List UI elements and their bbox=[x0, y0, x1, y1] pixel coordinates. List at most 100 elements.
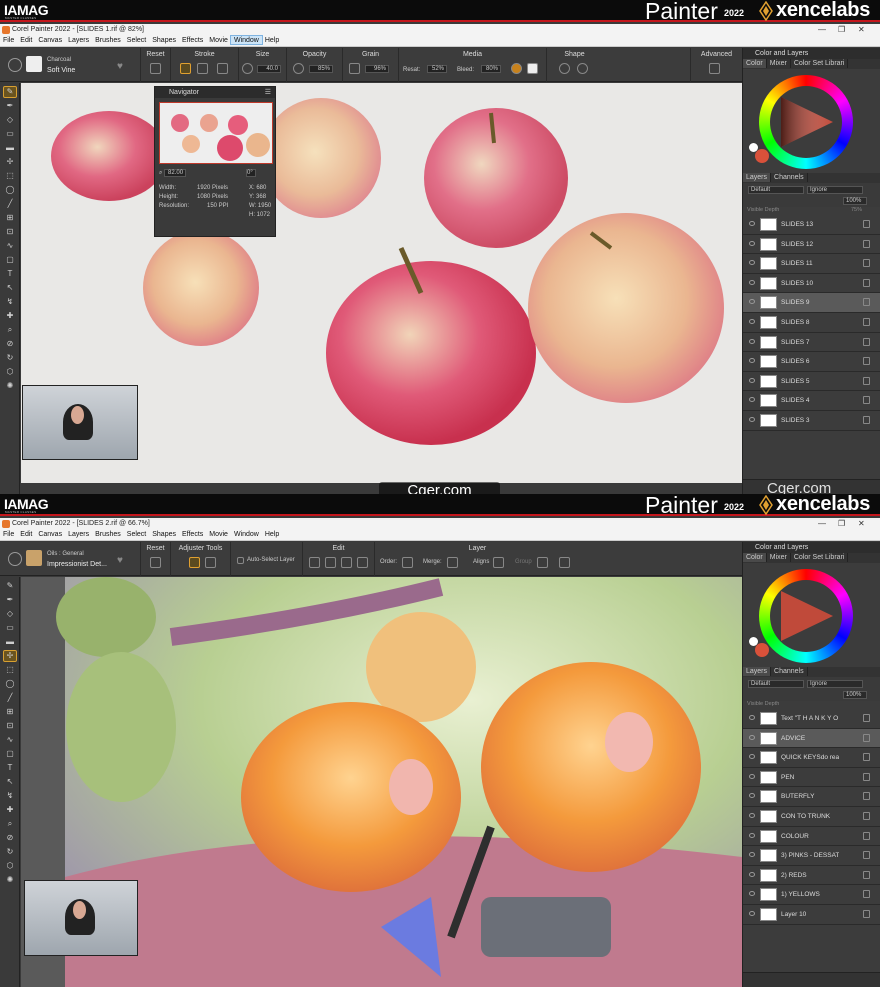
layer-lock-icon[interactable] bbox=[863, 298, 870, 307]
rectangle-tool-icon[interactable]: ▭ bbox=[4, 129, 16, 139]
menu-edit[interactable]: Edit bbox=[17, 36, 35, 44]
visibility-eye-icon[interactable] bbox=[749, 260, 755, 266]
cloner-tool-icon[interactable]: ✚ bbox=[4, 311, 16, 321]
tab-layers[interactable]: Layers bbox=[743, 173, 772, 182]
layer-lock-icon[interactable] bbox=[863, 890, 870, 899]
layer-row[interactable]: SLIDES 11 bbox=[743, 254, 880, 274]
auto-select-checkbox[interactable] bbox=[237, 557, 244, 564]
layer-name[interactable]: SLIDES 11 bbox=[781, 260, 839, 267]
magic-wand-tool-icon[interactable]: ↯ bbox=[4, 297, 16, 307]
group-icon[interactable] bbox=[537, 557, 548, 568]
close-icon[interactable]: ✕ bbox=[858, 25, 865, 34]
layer-name[interactable]: SLIDES 3 bbox=[781, 417, 839, 424]
brush-selector-icon[interactable] bbox=[8, 58, 22, 72]
dropper-tool-icon[interactable]: ✒ bbox=[4, 101, 16, 111]
visibility-eye-icon[interactable] bbox=[749, 397, 755, 403]
eraser-tool-icon[interactable]: ▬ bbox=[4, 143, 16, 153]
brush-category[interactable]: Oils : General bbox=[47, 551, 84, 557]
brush-category[interactable]: Charcoal bbox=[47, 57, 71, 63]
layer-name[interactable]: SLIDES 12 bbox=[781, 241, 839, 248]
text-tool-icon[interactable]: T bbox=[4, 269, 16, 279]
visibility-eye-icon[interactable] bbox=[749, 852, 755, 858]
color-wheel[interactable] bbox=[743, 69, 880, 173]
visibility-eye-icon[interactable] bbox=[749, 910, 755, 916]
menu-shapes[interactable]: Shapes bbox=[149, 530, 179, 538]
layer-row[interactable]: 2) REDS bbox=[743, 866, 880, 886]
menu-layers[interactable]: Layers bbox=[65, 36, 92, 44]
menu-layers[interactable]: Layers bbox=[65, 530, 92, 538]
visibility-eye-icon[interactable] bbox=[749, 221, 755, 226]
layer-row[interactable]: QUICK KEYSdo realisi bbox=[743, 748, 880, 768]
layer-row[interactable]: SLIDES 5 bbox=[743, 372, 880, 392]
tab-channels[interactable]: Channels bbox=[771, 173, 808, 182]
divine-proportion-tool-icon[interactable]: ✺ bbox=[4, 875, 16, 885]
menu-select[interactable]: Select bbox=[124, 36, 149, 44]
menu-brushes[interactable]: Brushes bbox=[92, 36, 124, 44]
layer-row[interactable]: SLIDES 6 bbox=[743, 352, 880, 372]
layer-adjuster-tool-icon[interactable]: ✢ bbox=[3, 650, 17, 662]
main-color-swatch[interactable] bbox=[755, 149, 769, 163]
reset-icon[interactable] bbox=[150, 557, 161, 568]
visibility-eye-icon[interactable] bbox=[749, 832, 755, 838]
composite-method[interactable]: Default bbox=[748, 680, 804, 688]
brush-variant[interactable]: Impressionist Det... bbox=[47, 561, 107, 568]
menu-file[interactable]: File bbox=[0, 36, 17, 44]
layer-row[interactable]: PEN bbox=[743, 768, 880, 788]
layer-name[interactable]: SLIDES 4 bbox=[781, 397, 839, 404]
stroke-straight-icon[interactable] bbox=[197, 63, 208, 74]
composite-method[interactable]: Default bbox=[748, 186, 804, 194]
menu-shapes[interactable]: Shapes bbox=[149, 36, 179, 44]
saturation-triangle[interactable] bbox=[777, 587, 835, 645]
layer-adjuster-icon[interactable] bbox=[189, 557, 200, 568]
visibility-eye-icon[interactable] bbox=[749, 754, 755, 760]
rect-select-tool-icon[interactable]: ▢ bbox=[4, 255, 16, 265]
menu-brushes[interactable]: Brushes bbox=[92, 530, 124, 538]
resat-field[interactable]: 52% bbox=[427, 65, 447, 73]
magnifier-tool-icon[interactable]: ⌕ bbox=[4, 819, 16, 829]
divine-proportion-tool-icon[interactable]: ✺ bbox=[4, 381, 16, 391]
layer-name[interactable]: 1) YELLOWS bbox=[781, 891, 839, 898]
crop-tool-icon[interactable]: ⬚ bbox=[4, 665, 16, 675]
nav-rotation-field[interactable]: 0° bbox=[246, 169, 256, 177]
navigator-preview[interactable] bbox=[159, 102, 273, 164]
additional-color-swatch[interactable] bbox=[749, 143, 758, 152]
visibility-eye-icon[interactable] bbox=[749, 240, 755, 246]
edit-copy-icon[interactable] bbox=[325, 557, 336, 568]
bleed-field[interactable]: 80% bbox=[481, 65, 501, 73]
ungroup-icon[interactable] bbox=[559, 557, 570, 568]
visibility-eye-icon[interactable] bbox=[749, 871, 755, 877]
advanced-brush-icon[interactable] bbox=[709, 63, 720, 74]
layer-row[interactable]: Text "T H A N K Y O bbox=[743, 709, 880, 729]
layer-lock-icon[interactable] bbox=[863, 376, 870, 385]
layer-name[interactable]: SLIDES 5 bbox=[781, 378, 839, 385]
line-tool-icon[interactable]: ╱ bbox=[4, 199, 16, 209]
layer-name[interactable]: ADVICE bbox=[781, 735, 839, 742]
rotate-tool-icon[interactable]: ↻ bbox=[4, 847, 16, 857]
tab-mixer[interactable]: Mixer bbox=[767, 59, 791, 68]
layer-lock-icon[interactable] bbox=[863, 239, 870, 248]
layer-lock-icon[interactable] bbox=[863, 831, 870, 840]
minimize-icon[interactable]: — bbox=[818, 25, 826, 34]
layer-name[interactable]: SLIDES 9 bbox=[781, 299, 839, 306]
menu-canvas[interactable]: Canvas bbox=[35, 530, 65, 538]
menu-canvas[interactable]: Canvas bbox=[35, 36, 65, 44]
layer-name[interactable]: SLIDES 8 bbox=[781, 319, 839, 326]
layer-lock-icon[interactable] bbox=[863, 851, 870, 860]
visibility-eye-icon[interactable] bbox=[749, 793, 755, 799]
line-tool-icon[interactable]: ╱ bbox=[4, 693, 16, 703]
media-option-icon[interactable] bbox=[527, 63, 538, 74]
visibility-eye-icon[interactable] bbox=[749, 715, 755, 720]
layer-lock-icon[interactable] bbox=[863, 870, 870, 879]
visibility-eye-icon[interactable] bbox=[749, 338, 755, 344]
menu-edit[interactable]: Edit bbox=[17, 530, 35, 538]
layer-name[interactable]: PEN bbox=[781, 774, 839, 781]
lasso-tool-icon[interactable]: ◯ bbox=[4, 185, 16, 195]
tab-channels[interactable]: Channels bbox=[771, 667, 808, 676]
layer-row[interactable]: ADVICE bbox=[743, 728, 880, 749]
layer-name[interactable]: QUICK KEYSdo realisi bbox=[781, 754, 839, 761]
fill-tool-icon[interactable]: ◇ bbox=[4, 609, 16, 619]
shape-jitter-icon[interactable] bbox=[577, 63, 588, 74]
layer-name[interactable]: Text "T H A N K Y O bbox=[781, 715, 839, 722]
rubber-stamp-tool-icon[interactable]: ⊘ bbox=[4, 339, 16, 349]
visibility-eye-icon[interactable] bbox=[749, 812, 755, 818]
